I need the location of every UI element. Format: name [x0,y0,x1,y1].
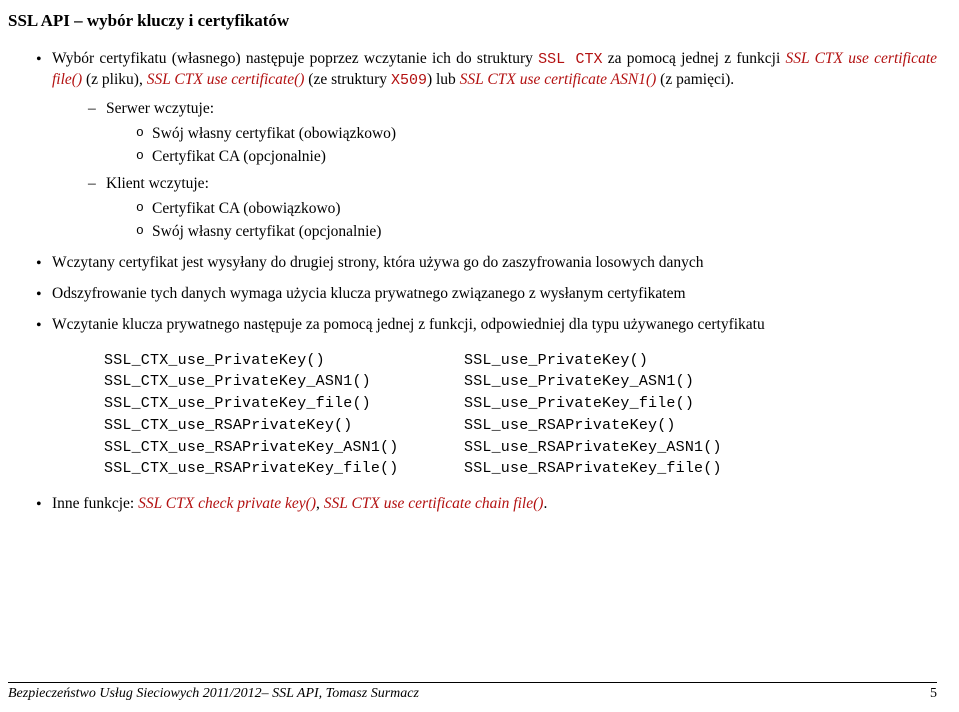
text-span: , [316,495,324,512]
bullet-item-3: Odszyfrowanie tych danych wymaga użycia … [36,284,937,305]
text-span: Wybór certyfikatu (własnego) następuje p… [52,50,538,67]
text-span: (z pamięci). [656,71,734,88]
function-col-left: SSL_CTX_use_PrivateKey() SSL_CTX_use_Pri… [104,350,464,481]
function-cell: SSL_use_PrivateKey_file() [464,393,824,415]
function-cell: SSL_CTX_use_PrivateKey_ASN1() [104,371,464,393]
o-item: Certyfikat CA (opcjonalnie) [136,147,937,168]
bullet-item-1: Wybór certyfikatu (własnego) następuje p… [36,49,937,243]
text-span: (z pliku), [82,71,147,88]
function-name: SSL CTX use certificate ASN1() [460,71,657,88]
text-span: za pomocą jednej z funkcji [603,50,786,67]
code-span: SSL CTX [538,51,602,68]
o-list: Swój własny certyfikat (obowiązkowo) Cer… [136,124,937,168]
function-cell: SSL_CTX_use_PrivateKey_file() [104,393,464,415]
bullet-item-5: Inne funkcje: SSL CTX check private key(… [36,494,937,515]
bullet-item-2: Wczytany certyfikat jest wysyłany do dru… [36,253,937,274]
page-title: SSL API – wybór kluczy i certyfikatów [8,10,937,33]
text-span: Inne funkcje: [52,495,138,512]
function-cell: SSL_use_PrivateKey_ASN1() [464,371,824,393]
main-bullet-list: Wybór certyfikatu (własnego) następuje p… [36,49,937,336]
text-span: (ze struktury [304,71,391,88]
dash-list: Serwer wczytuje: Swój własny certyfikat … [88,99,937,243]
footer-text: Bezpieczeństwo Usług Sieciowych 2011/201… [8,685,419,704]
function-cell: SSL_CTX_use_PrivateKey() [104,350,464,372]
o-item: Certyfikat CA (obowiązkowo) [136,199,937,220]
function-name: SSL CTX check private key() [138,495,316,512]
bullet-item-4: Wczytanie klucza prywatnego następuje za… [36,315,937,336]
text-span: Serwer wczytuje: [106,100,214,117]
function-cell: SSL_CTX_use_RSAPrivateKey_file() [104,458,464,480]
page-number: 5 [930,685,937,704]
function-col-right: SSL_use_PrivateKey() SSL_use_PrivateKey_… [464,350,824,481]
text-span: Klient wczytuje: [106,175,209,192]
text-span: . [543,495,547,512]
function-cell: SSL_CTX_use_RSAPrivateKey_ASN1() [104,437,464,459]
text-span: ) lub [427,71,460,88]
page-footer: Bezpieczeństwo Usług Sieciowych 2011/201… [8,682,937,704]
function-cell: SSL_use_PrivateKey() [464,350,824,372]
dash-item-server: Serwer wczytuje: Swój własny certyfikat … [88,99,937,168]
function-name: SSL CTX use certificate chain file() [324,495,544,512]
o-list: Certyfikat CA (obowiązkowo) Swój własny … [136,199,937,243]
code-span: X509 [391,72,427,89]
function-name: SSL CTX use certificate() [147,71,305,88]
function-cell: SSL_use_RSAPrivateKey_file() [464,458,824,480]
o-item: Swój własny certyfikat (opcjonalnie) [136,222,937,243]
function-cell: SSL_CTX_use_RSAPrivateKey() [104,415,464,437]
main-bullet-list-2: Inne funkcje: SSL CTX check private key(… [36,494,937,515]
dash-item-client: Klient wczytuje: Certyfikat CA (obowiązk… [88,174,937,243]
function-cell: SSL_use_RSAPrivateKey_ASN1() [464,437,824,459]
function-cell: SSL_use_RSAPrivateKey() [464,415,824,437]
document-page: SSL API – wybór kluczy i certyfikatów Wy… [0,0,959,712]
o-item: Swój własny certyfikat (obowiązkowo) [136,124,937,145]
function-table: SSL_CTX_use_PrivateKey() SSL_CTX_use_Pri… [104,350,937,481]
